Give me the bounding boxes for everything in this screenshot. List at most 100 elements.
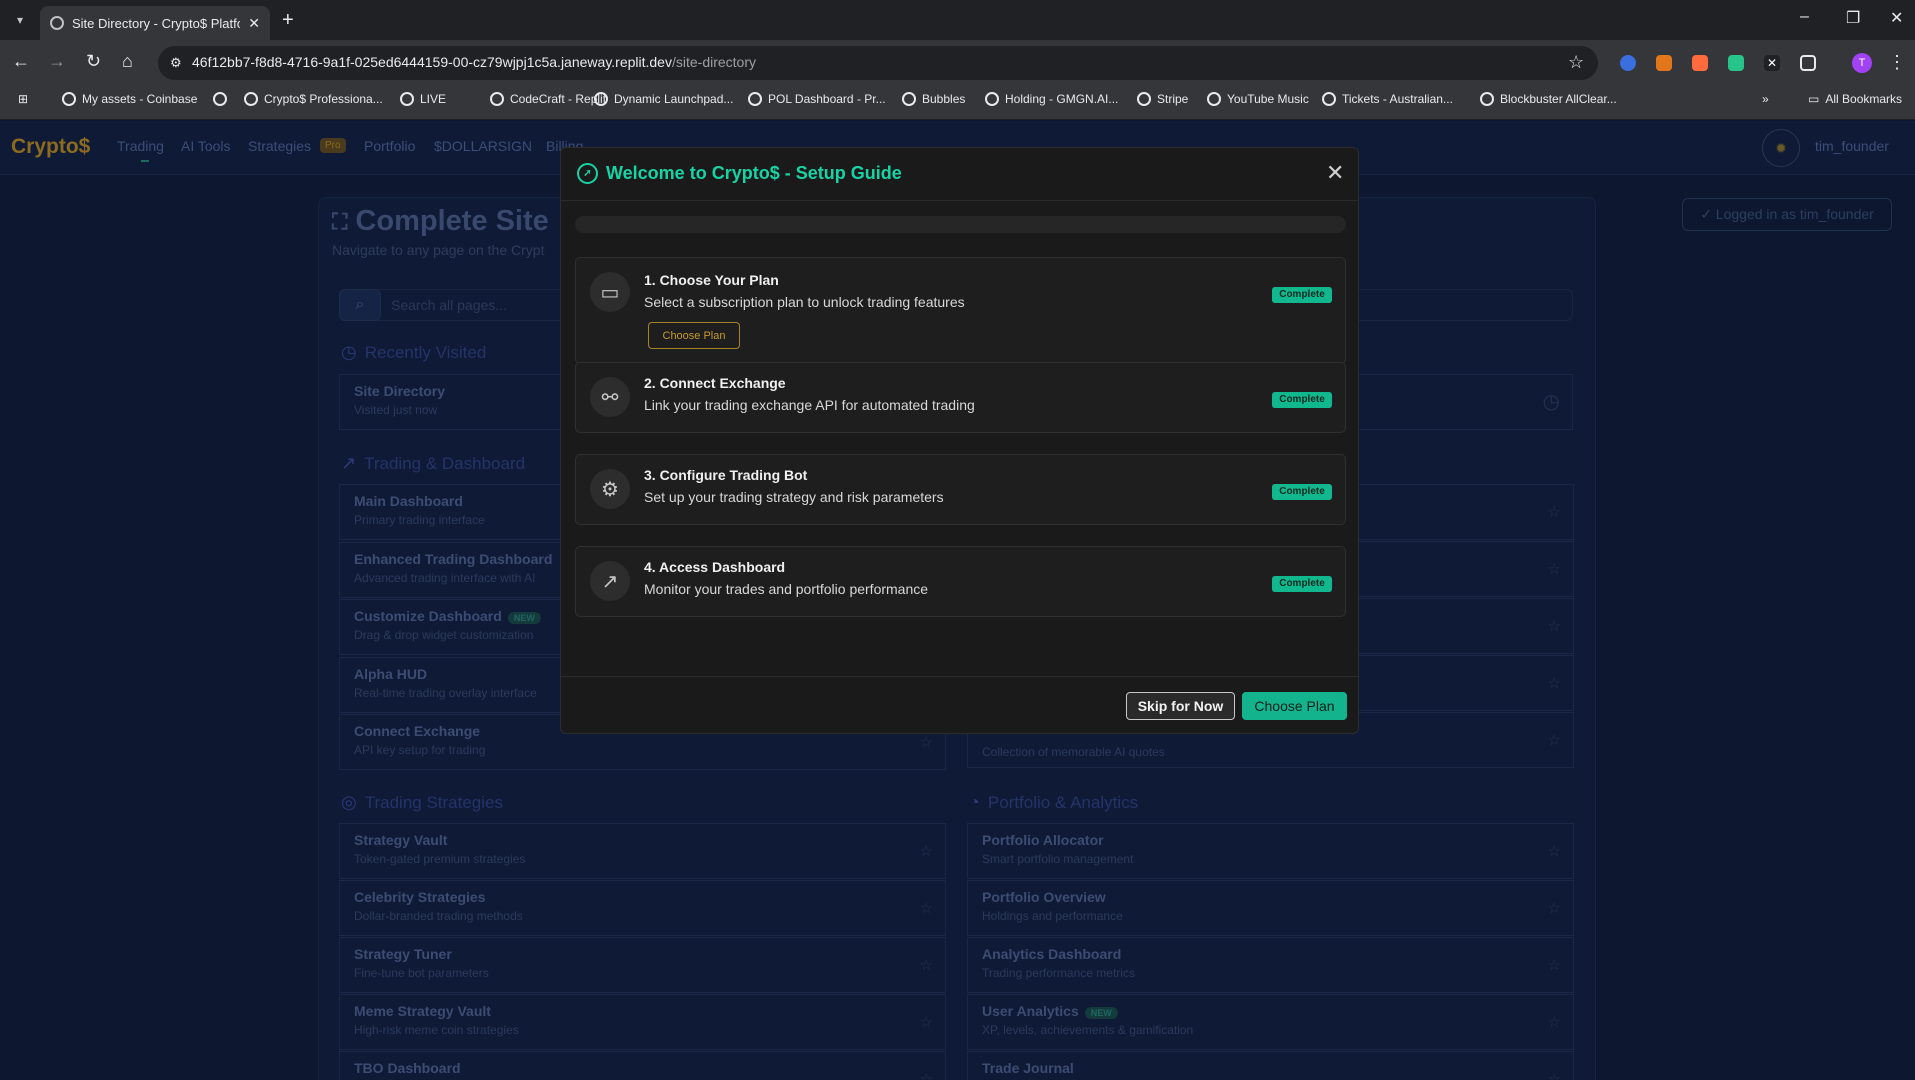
extension-icon[interactable] [1692, 55, 1708, 71]
x-extension-icon[interactable]: ✕ [1764, 55, 1780, 71]
favorite-star-icon[interactable]: ☆ [1548, 899, 1561, 917]
apps-grid-icon[interactable]: ⊞ [18, 92, 28, 106]
directory-card[interactable]: Analytics Dashboard Trading performance m… [967, 937, 1574, 993]
bookmark-label: POL Dashboard - Pr... [768, 92, 886, 106]
favorite-star-icon[interactable]: ☆ [1548, 1013, 1561, 1031]
step-title: 2. Connect Exchange [644, 375, 786, 391]
favorite-star-icon[interactable]: ☆ [920, 1070, 933, 1080]
favorite-star-icon[interactable]: ☆ [1548, 560, 1561, 578]
setup-step: ⚯ 2. Connect Exchange Link your trading ex… [575, 362, 1346, 433]
bookmark-item[interactable]: YouTube Music [1207, 92, 1309, 106]
brand-logo[interactable]: Crypto$ [11, 135, 90, 159]
back-icon[interactable]: ← [12, 51, 30, 72]
directory-card[interactable]: Strategy Vault Token-gated premium strate… [339, 823, 946, 879]
bookmark-item[interactable]: LIVE [400, 92, 446, 106]
bookmark-star-icon[interactable]: ☆ [1568, 52, 1584, 73]
directory-card[interactable]: Trade Journal ☆ [967, 1051, 1574, 1080]
bookmark-favicon-icon [1322, 92, 1336, 106]
compass-icon: ➚ [577, 163, 598, 184]
directory-card[interactable]: User Analytics NEW XP, levels, achievement… [967, 994, 1574, 1050]
theme-toggle-icon[interactable]: ✹ [1762, 129, 1800, 167]
bookmark-favicon-icon [1480, 92, 1494, 106]
tab-search-icon[interactable]: ▾ [8, 8, 32, 32]
browser-menu-icon[interactable]: ⋮ [1888, 52, 1906, 73]
bookmark-favicon-icon [902, 92, 916, 106]
step-choose-plan-button[interactable]: Choose Plan [648, 322, 740, 349]
card-desc: Smart portfolio management [982, 852, 1134, 866]
nav-portfolio[interactable]: Portfolio [364, 138, 415, 154]
minimize-icon[interactable]: – [1800, 8, 1809, 26]
favorite-star-icon[interactable]: ☆ [920, 899, 933, 917]
bookmark-item[interactable]: Bubbles [902, 92, 965, 106]
directory-card[interactable]: Portfolio Overview Holdings and performan… [967, 880, 1574, 936]
bookmark-label: Blockbuster AllClear... [1500, 92, 1617, 106]
favorite-star-icon[interactable]: ☆ [920, 1013, 933, 1031]
card-title: Strategy Vault [354, 832, 448, 848]
shield-icon[interactable] [1728, 55, 1744, 71]
nav-trading[interactable]: Trading [117, 138, 164, 162]
bookmark-item[interactable]: My assets - Coinbase [62, 92, 197, 106]
browser-tab[interactable]: Site Directory - Crypto$ Platform ✕ [40, 6, 270, 40]
metamask-icon[interactable] [1656, 55, 1672, 71]
favorite-star-icon[interactable]: ☆ [1548, 842, 1561, 860]
favorite-star-icon[interactable]: ☆ [1548, 503, 1561, 521]
all-bookmarks[interactable]: ▭ All Bookmarks [1808, 92, 1902, 106]
favorite-star-icon[interactable]: ☆ [920, 842, 933, 860]
bookmark-item[interactable]: POL Dashboard - Pr... [748, 92, 886, 106]
bookmark-label: My assets - Coinbase [82, 92, 198, 106]
skip-for-now-button[interactable]: Skip for Now [1126, 692, 1235, 720]
favorite-star-icon[interactable]: ☆ [1548, 617, 1561, 635]
tab-strip: ▾ Site Directory - Crypto$ Platform ✕ + … [0, 0, 1915, 40]
bookmark-globe-icon[interactable] [213, 92, 227, 106]
site-info-icon[interactable]: ⚙ [170, 55, 182, 71]
new-tab-icon[interactable]: + [282, 8, 294, 32]
bookmark-item[interactable]: Blockbuster AllClear... [1480, 92, 1617, 106]
bookmark-item[interactable]: Stripe [1137, 92, 1188, 106]
favorite-star-icon[interactable]: ☆ [1548, 674, 1561, 692]
tab-title: Site Directory - Crypto$ Platform [72, 15, 240, 31]
nav-dollarsign[interactable]: $DOLLARSIGN [434, 138, 532, 154]
bookmark-item[interactable]: Crypto$ Professiona... [244, 92, 383, 106]
favorite-star-icon[interactable]: ☆ [1548, 956, 1561, 974]
nav-strategies[interactable]: Strategies [248, 138, 311, 154]
bookmark-item[interactable]: Dynamic Launchpad... [594, 92, 733, 106]
step-title: 3. Configure Trading Bot [644, 467, 808, 483]
directory-card[interactable]: Celebrity Strategies Dollar-branded tradi… [339, 880, 946, 936]
nav-ai-tools[interactable]: AI Tools [181, 138, 231, 154]
choose-plan-button[interactable]: Choose Plan [1242, 692, 1347, 720]
favorite-star-icon[interactable]: ☆ [920, 956, 933, 974]
favorite-star-icon[interactable]: ☆ [1548, 1070, 1561, 1080]
tab-close-icon[interactable]: ✕ [248, 15, 260, 32]
bookmark-label: Dynamic Launchpad... [614, 92, 734, 106]
directory-card[interactable]: Portfolio Allocator Smart portfolio manag… [967, 823, 1574, 879]
header-username[interactable]: tim_founder [1815, 138, 1889, 154]
bookmark-item[interactable]: Tickets - Australian... [1322, 92, 1453, 106]
link-icon: ⚯ [590, 377, 630, 417]
restore-icon[interactable]: ❐ [1846, 8, 1860, 28]
profile-avatar[interactable]: T [1852, 53, 1872, 73]
extensions-puzzle-icon[interactable] [1800, 55, 1816, 71]
bookmark-item[interactable]: CodeCraft - Replit [490, 92, 606, 106]
clock-icon: ◷ [341, 342, 357, 362]
card-title: TBO Dashboard [354, 1060, 461, 1076]
directory-card[interactable]: Strategy Tuner Fine-tune bot parameters ☆ [339, 937, 946, 993]
favorite-star-icon[interactable]: ☆ [920, 733, 933, 751]
forward-icon[interactable]: → [48, 51, 66, 72]
home-icon[interactable]: ⌂ [122, 51, 133, 72]
tab-favicon-icon [50, 16, 64, 30]
extension-icon[interactable] [1620, 55, 1636, 71]
favorite-star-icon[interactable]: ☆ [1548, 731, 1561, 749]
reload-icon[interactable]: ↻ [86, 51, 101, 72]
window-close-icon[interactable]: ✕ [1890, 8, 1903, 28]
bookmark-item[interactable]: Holding - GMGN.AI... [985, 92, 1118, 106]
page-subtitle: Navigate to any page on the Crypt [332, 242, 545, 258]
modal-close-icon[interactable]: ✕ [1326, 162, 1344, 184]
progress-fill [575, 216, 1346, 233]
directory-card[interactable]: Meme Strategy Vault High-risk meme coin s… [339, 994, 946, 1050]
bookmark-label: Bubbles [922, 92, 966, 106]
bookmarks-overflow-icon[interactable]: » [1762, 92, 1769, 106]
modal-header: ➚ Welcome to Crypto$ - Setup Guide ✕ [561, 148, 1358, 201]
card-desc: Trading performance metrics [982, 966, 1135, 980]
directory-card[interactable]: TBO Dashboard ☆ [339, 1051, 946, 1080]
search-icon[interactable]: ⌕ [339, 289, 381, 321]
